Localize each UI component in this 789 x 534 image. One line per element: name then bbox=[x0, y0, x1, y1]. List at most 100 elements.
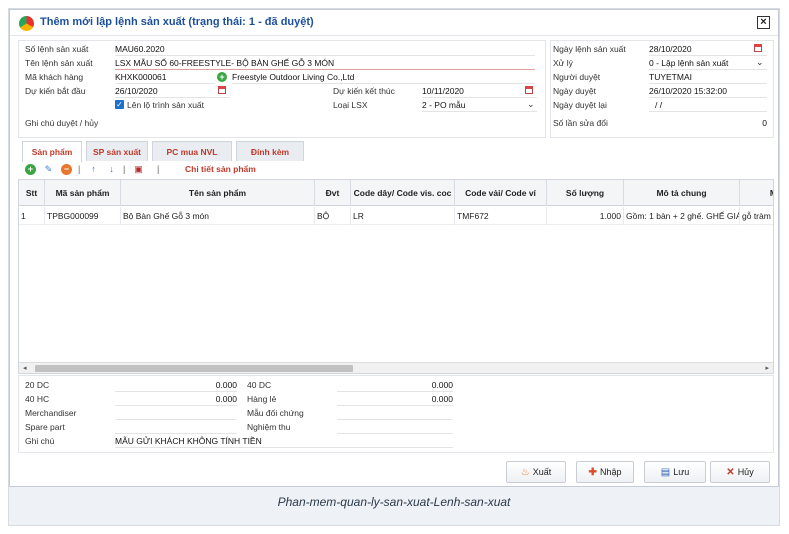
note-field[interactable]: MẪU GỬI KHÁCH KHÔNG TÍNH TIỀN bbox=[115, 435, 453, 448]
start-date-field[interactable]: 26/10/2020 bbox=[115, 85, 230, 98]
order-name-label: Tên lệnh sản xuất bbox=[25, 58, 93, 68]
app-logo-icon bbox=[19, 16, 34, 31]
cancel-button-label: Hủy bbox=[737, 467, 754, 477]
order-name-field[interactable]: LSX MẪU SỐ 60-FREESTYLE- BỘ BÀN GHẾ GỖ 3… bbox=[115, 57, 535, 70]
add-row-icon[interactable]: + bbox=[25, 164, 36, 175]
cell-quantity: 1.000 bbox=[547, 207, 624, 225]
chevron-down-icon[interactable]: ⌄ bbox=[527, 99, 535, 110]
fire-icon: ♨ bbox=[520, 466, 530, 478]
toolbar-separator: | bbox=[123, 164, 126, 174]
product-detail-link[interactable]: Chi tiết sản phẩm bbox=[185, 164, 256, 174]
reapproval-date-field: / / bbox=[649, 99, 767, 112]
floppy-disk-icon: ▤ bbox=[660, 466, 671, 478]
column-header-more[interactable]: M bbox=[740, 180, 773, 206]
revision-count-label: Số lần sửa đổi bbox=[553, 118, 608, 128]
column-header-stt[interactable]: Stt bbox=[19, 180, 45, 206]
tab-attachments[interactable]: Đính kèm bbox=[236, 141, 304, 161]
tab-material-purchase[interactable]: PC mua NVL bbox=[152, 141, 232, 161]
export-button-label: Xuất bbox=[532, 467, 552, 477]
import-button[interactable]: ✚ Nhập bbox=[576, 461, 634, 483]
toolbar-separator: | bbox=[157, 164, 160, 174]
image-caption: Phan-mem-quan-ly-san-xuat-Lenh-san-xuat bbox=[277, 495, 511, 509]
cell-unit: BỘ bbox=[315, 207, 351, 225]
scroll-right-icon[interactable]: ▸ bbox=[765, 363, 769, 373]
calendar-icon[interactable] bbox=[218, 86, 226, 94]
acceptance-label: Nghiệm thu bbox=[247, 422, 291, 432]
processing-select[interactable]: 0 - Lập lệnh sản xuất bbox=[649, 57, 767, 70]
column-header-fabric-code[interactable]: Code vải/ Code ví bbox=[455, 180, 547, 206]
scrollbar-thumb[interactable] bbox=[35, 365, 353, 372]
tab-production-products[interactable]: SP sản xuất bbox=[86, 141, 148, 161]
tab-products[interactable]: Sản phẩm bbox=[22, 141, 82, 162]
approval-note-label: Ghi chú duyệt / hủy bbox=[25, 118, 99, 128]
save-button[interactable]: ▤ Lưu bbox=[644, 461, 706, 483]
cell-material: gỗ tràm F bbox=[742, 211, 773, 221]
scroll-left-icon[interactable]: ◂ bbox=[23, 363, 27, 373]
title-bar: Thêm mới lập lệnh sản xuất (trạng thái: … bbox=[10, 10, 778, 36]
note-label: Ghi chú bbox=[25, 436, 55, 446]
customer-name-field: Freestyle Outdoor Living Co.,Ltd bbox=[232, 71, 535, 84]
chevron-down-icon[interactable]: ⌄ bbox=[756, 57, 764, 68]
table-row[interactable]: 1 TPBG000099 Bộ Bàn Ghế Gỗ 3 món BỘ LR T… bbox=[19, 207, 773, 225]
column-header-description[interactable]: Mô tả chung bbox=[624, 180, 740, 206]
order-number-field[interactable]: MAU60.2020 bbox=[115, 43, 535, 56]
merchandiser-field[interactable] bbox=[115, 407, 237, 420]
hc40-field[interactable]: 0.000 bbox=[115, 393, 237, 406]
order-date-label: Ngày lệnh sản xuất bbox=[553, 44, 626, 54]
dc40-field[interactable]: 0.000 bbox=[337, 379, 453, 392]
calendar-icon[interactable] bbox=[525, 86, 533, 94]
cell-fabric-code: TMF672 bbox=[455, 207, 547, 225]
plus-icon: ✚ bbox=[588, 466, 597, 478]
dc20-field[interactable]: 0.000 bbox=[115, 379, 237, 392]
move-up-icon[interactable]: ↑ bbox=[88, 164, 99, 175]
approver-field: TUYETMAI bbox=[649, 71, 767, 84]
delete-row-icon[interactable]: − bbox=[61, 164, 72, 175]
grid-toolbar: + ✎ − | ↑ ↓ | ▣ | Chi tiết sản phẩm bbox=[22, 162, 522, 178]
report-icon[interactable]: ▣ bbox=[133, 164, 144, 175]
loose-goods-field[interactable]: 0.000 bbox=[337, 393, 453, 406]
close-button[interactable]: × bbox=[757, 16, 770, 29]
move-down-icon[interactable]: ↓ bbox=[106, 164, 117, 175]
reference-sample-field[interactable] bbox=[337, 407, 453, 420]
dc20-label: 20 DC bbox=[25, 380, 50, 390]
loose-goods-label: Hàng lẻ bbox=[247, 394, 277, 404]
column-header-product-code[interactable]: Mã sản phẩm bbox=[45, 180, 121, 206]
customer-code-field[interactable]: KHXK000061 bbox=[115, 71, 215, 84]
grid-header-row: Stt Mã sản phẩm Tên sản phẩm Đvt Code dâ… bbox=[19, 180, 773, 206]
order-date-field[interactable]: 28/10/2020 bbox=[649, 43, 767, 56]
export-button[interactable]: ♨ Xuất bbox=[506, 461, 566, 483]
approval-date-label: Ngày duyệt bbox=[553, 86, 596, 96]
column-header-unit[interactable]: Đvt bbox=[315, 180, 351, 206]
column-header-product-name[interactable]: Tên sản phẩm bbox=[121, 180, 315, 206]
merchandiser-label: Merchandiser bbox=[25, 408, 77, 418]
edit-row-icon[interactable]: ✎ bbox=[43, 164, 54, 175]
dc40-label: 40 DC bbox=[247, 380, 272, 390]
column-header-quantity[interactable]: Số lượng bbox=[547, 180, 624, 206]
add-customer-icon[interactable]: + bbox=[217, 72, 227, 82]
processing-label: Xử lý bbox=[553, 58, 573, 68]
production-route-checkbox[interactable]: ✓ bbox=[115, 100, 124, 109]
approval-note-field[interactable] bbox=[115, 117, 535, 130]
reference-sample-label: Mẫu đối chứng bbox=[247, 408, 304, 418]
production-route-label: Lên lộ trình sản xuất bbox=[127, 100, 205, 110]
container-summary: 20 DC 0.000 40 DC 0.000 40 HC 0.000 Hàng… bbox=[18, 375, 774, 453]
horizontal-scrollbar[interactable]: ◂ ▸ bbox=[19, 362, 773, 373]
close-icon: ✕ bbox=[726, 466, 735, 478]
order-number-label: Số lệnh sản xuất bbox=[25, 44, 89, 54]
end-date-label: Dự kiến kết thúc bbox=[333, 86, 395, 96]
cell-description: Gồm: 1 bàn + 2 ghế. GHẾ GIÁ bbox=[624, 207, 740, 225]
column-header-rope-code[interactable]: Code dây/ Code vis. coc bbox=[351, 180, 455, 206]
acceptance-field[interactable] bbox=[337, 421, 453, 434]
approver-label: Người duyệt bbox=[553, 72, 601, 82]
order-header-right: Ngày lệnh sản xuất 28/10/2020 Xử lý 0 - … bbox=[550, 40, 774, 138]
end-date-field[interactable]: 10/11/2020 bbox=[422, 85, 537, 98]
spare-part-field[interactable] bbox=[115, 421, 237, 434]
cancel-button[interactable]: ✕ Hủy bbox=[710, 461, 770, 483]
order-type-select[interactable]: 2 - PO mẫu bbox=[422, 99, 537, 112]
cell-product-code: TPBG000099 bbox=[45, 207, 121, 225]
calendar-icon[interactable] bbox=[754, 44, 762, 52]
approval-date-field: 26/10/2020 15:32:00 bbox=[649, 85, 767, 98]
toolbar-separator: | bbox=[78, 164, 81, 174]
customer-code-label: Mã khách hàng bbox=[25, 72, 84, 82]
reapproval-date-label: Ngày duyệt lại bbox=[553, 100, 607, 110]
